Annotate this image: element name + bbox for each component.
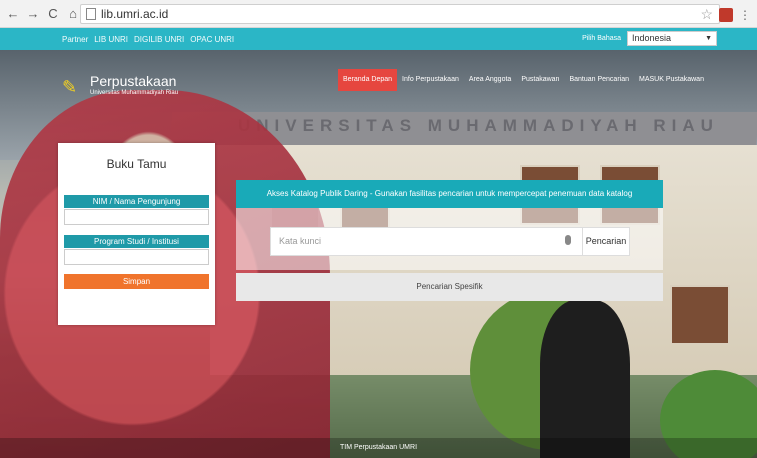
nav-info-perpustakaan[interactable]: Info Perpustakaan: [397, 69, 464, 91]
guestbook-title: Buku Tamu: [106, 157, 167, 171]
nav-beranda[interactable]: Beranda Depan: [338, 69, 398, 91]
reload-icon[interactable]: C: [46, 6, 60, 21]
guestbook-panel: Buku Tamu NIM / Nama Pengunjung Program …: [58, 143, 215, 325]
nav-pustakawan[interactable]: Pustakawan: [516, 69, 564, 91]
visitor-name-input[interactable]: [64, 209, 209, 225]
home-icon[interactable]: ⌂: [66, 6, 80, 21]
language-select[interactable]: Indonesia ▼: [627, 31, 717, 46]
top-bar: Partner LIB UNRI DIGILIB UNRI OPAC UNRI …: [0, 28, 757, 50]
bookmark-star-icon[interactable]: ☆: [700, 6, 713, 23]
dropdown-arrow-icon: ▼: [705, 35, 712, 42]
partner-links: Partner LIB UNRI DIGILIB UNRI OPAC UNRI: [62, 35, 234, 44]
url-text: lib.umri.ac.id: [101, 7, 169, 21]
microphone-icon[interactable]: [565, 235, 571, 245]
study-program-label: Program Studi / Institusi: [64, 235, 209, 248]
page-icon: [86, 8, 96, 20]
keyword-search-input[interactable]: Kata kunci: [270, 227, 583, 256]
extension-icon[interactable]: [719, 7, 733, 22]
nav-bantuan-pencarian[interactable]: Bantuan Pencarian: [564, 69, 634, 91]
specific-search-button[interactable]: Pencarian Spesifik: [236, 273, 663, 301]
partner-link-lib-unri[interactable]: LIB UNRI: [94, 35, 128, 44]
study-program-input[interactable]: [64, 249, 209, 265]
partner-link-opac-unri[interactable]: OPAC UNRI: [190, 35, 234, 44]
language-label: Pilih Bahasa: [582, 35, 621, 42]
main-nav: Beranda Depan Info Perpustakaan Area Ang…: [338, 69, 709, 91]
graduate-photo: [540, 300, 630, 458]
logo-feather-icon: ✎: [62, 77, 78, 97]
logo-subtitle: Universitas Muhammadiyah Riau: [90, 90, 179, 96]
partner-label: Partner: [62, 34, 89, 44]
address-bar[interactable]: lib.umri.ac.id: [80, 4, 720, 24]
site-logo[interactable]: ✎ Perpustakaan Universitas Muhammadiyah …: [62, 74, 178, 100]
forward-icon[interactable]: →: [26, 6, 40, 21]
building-text: UNIVERSITAS MUHAMMADIYAH RIAU: [238, 116, 719, 135]
back-icon[interactable]: ←: [6, 6, 20, 21]
window: [670, 285, 730, 345]
nav-masuk-pustakawan[interactable]: MASUK Pustakawan: [634, 69, 709, 91]
catalog-banner: Akses Katalog Publik Daring - Gunakan fa…: [236, 180, 663, 208]
language-value: Indonesia: [632, 33, 672, 43]
menu-icon[interactable]: ⋮: [739, 8, 751, 22]
nav-area-anggota[interactable]: Area Anggota: [464, 69, 516, 91]
logo-title: Perpustakaan: [90, 73, 177, 89]
save-button[interactable]: Simpan: [64, 274, 209, 289]
browser-toolbar: ← → C ⌂ lib.umri.ac.id ☆ ⋮: [0, 0, 757, 28]
footer: TIM Perpustakaan UMRI: [0, 438, 757, 458]
language-selector: Pilih Bahasa Indonesia ▼: [582, 31, 717, 46]
search-button[interactable]: Pencarian: [582, 227, 630, 256]
partner-link-digilib-unri[interactable]: DIGILIB UNRI: [134, 35, 184, 44]
visitor-name-label: NIM / Nama Pengunjung: [64, 195, 209, 208]
